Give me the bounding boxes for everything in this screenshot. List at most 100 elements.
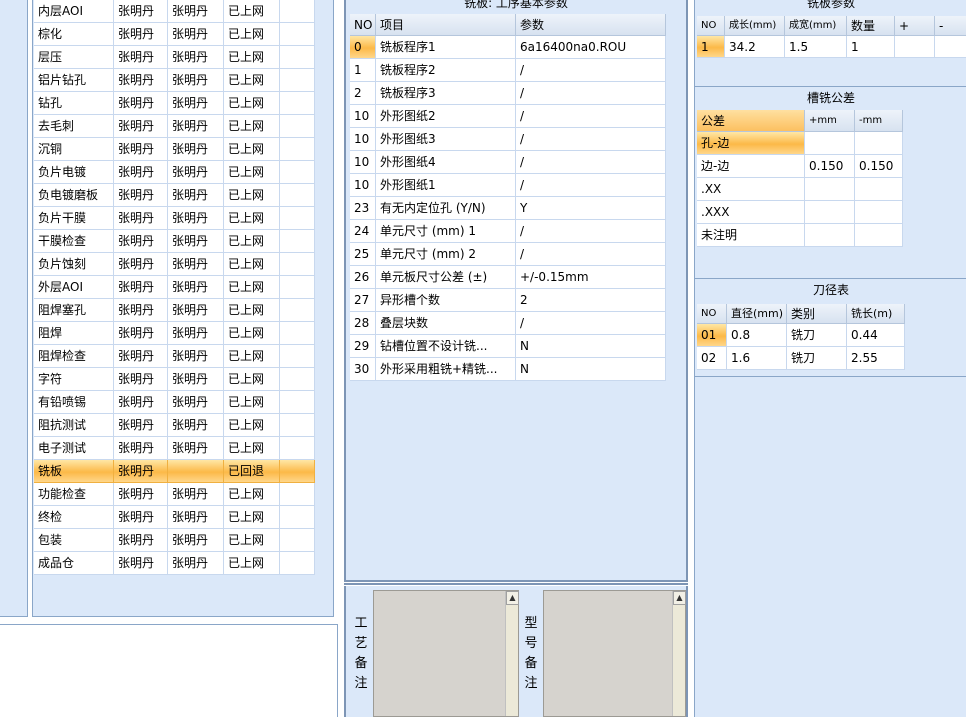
tol-cell-minus[interactable]: 0.150 (855, 155, 903, 178)
process-row[interactable]: 有铅喷锡 张明丹 张明丹 已上网 (34, 391, 315, 414)
board-cell-plus[interactable] (895, 36, 935, 58)
process-operator[interactable]: 张明丹 (114, 483, 168, 506)
mill-param-row[interactable]: 26 单元板尺寸公差 (±) +/-0.15mm (350, 266, 666, 289)
process-name[interactable]: 棕化 (34, 23, 114, 46)
process-extra[interactable] (280, 230, 315, 253)
mill-param-item[interactable]: 单元尺寸 (mm) 2 (376, 243, 516, 266)
mill-param-item[interactable]: 铣板程序1 (376, 36, 516, 59)
process-status[interactable]: 已上网 (224, 368, 280, 391)
mill-param-row[interactable]: 25 单元尺寸 (mm) 2/ (350, 243, 666, 266)
process-extra[interactable] (280, 345, 315, 368)
process-extra[interactable] (280, 184, 315, 207)
mill-param-no[interactable]: 26 (350, 266, 376, 289)
tol-cell-minus[interactable] (855, 132, 903, 155)
mill-param-value[interactable]: N (516, 335, 666, 358)
board-cell-minus[interactable] (935, 36, 966, 58)
board-header-length[interactable]: 成长(mm) (725, 16, 785, 36)
process-status[interactable]: 已上网 (224, 529, 280, 552)
tol-cell-type[interactable]: .XXX (697, 201, 805, 224)
mill-param-row[interactable]: 24 单元尺寸 (mm) 1/ (350, 220, 666, 243)
process-operator[interactable]: 张明丹 (114, 552, 168, 575)
process-name[interactable]: 钻孔 (34, 92, 114, 115)
process-operator[interactable]: 张明丹 (114, 184, 168, 207)
mill-param-row[interactable]: 10 外形图纸4/ (350, 151, 666, 174)
process-name[interactable]: 字符 (34, 368, 114, 391)
tol-cell-plus[interactable] (805, 224, 855, 247)
process-extra[interactable] (280, 0, 315, 23)
mill-header-param[interactable]: 参数 (516, 14, 666, 36)
tool-header-no[interactable]: NO (697, 304, 727, 324)
process-row[interactable]: 铣板 张明丹 已回退 (34, 460, 315, 483)
process-status[interactable]: 已上网 (224, 483, 280, 506)
process-operator[interactable]: 张明丹 (114, 46, 168, 69)
process-extra[interactable] (280, 529, 315, 552)
mill-param-value[interactable]: / (516, 243, 666, 266)
process-operator[interactable]: 张明丹 (114, 0, 168, 23)
process-row[interactable]: 钻孔 张明丹 张明丹 已上网 (34, 92, 315, 115)
process-row[interactable]: 干膜检查 张明丹 张明丹 已上网 (34, 230, 315, 253)
process-name[interactable]: 电子测试 (34, 437, 114, 460)
process-status[interactable]: 已回退 (224, 460, 280, 483)
process-operator[interactable]: 张明丹 (114, 115, 168, 138)
mill-param-row[interactable]: 10 外形图纸2/ (350, 105, 666, 128)
mill-param-item[interactable]: 有无内定位孔 (Y/N) (376, 197, 516, 220)
process-operator[interactable]: 张明丹 (114, 460, 168, 483)
process-operator[interactable]: 张明丹 (114, 437, 168, 460)
process-extra[interactable] (280, 207, 315, 230)
board-header-plus[interactable]: + (895, 16, 935, 36)
process-extra[interactable] (280, 69, 315, 92)
process-reviewer[interactable]: 张明丹 (168, 299, 224, 322)
process-extra[interactable] (280, 138, 315, 161)
process-row[interactable]: 负片干膜 张明丹 张明丹 已上网 (34, 207, 315, 230)
tol-header-tolerance[interactable]: 公差 (697, 110, 805, 132)
process-reviewer[interactable] (168, 460, 224, 483)
process-status[interactable]: 已上网 (224, 161, 280, 184)
process-row[interactable]: 去毛刺 张明丹 张明丹 已上网 (34, 115, 315, 138)
process-reviewer[interactable]: 张明丹 (168, 161, 224, 184)
mill-param-row[interactable]: 27 异形槽个数 2 (350, 289, 666, 312)
tool-cell-length[interactable]: 0.44 (847, 324, 905, 347)
mill-param-value[interactable]: / (516, 151, 666, 174)
tool-cell-no[interactable]: 01 (697, 324, 727, 347)
mill-param-row[interactable]: 0 铣板程序1 6a16400na0.ROU (350, 36, 666, 59)
process-reviewer[interactable]: 张明丹 (168, 552, 224, 575)
process-operator[interactable]: 张明丹 (114, 253, 168, 276)
process-name[interactable]: 阻焊检查 (34, 345, 114, 368)
mill-param-item[interactable]: 外形图纸1 (376, 174, 516, 197)
mill-param-no[interactable]: 10 (350, 151, 376, 174)
tol-cell-type[interactable]: 未注明 (697, 224, 805, 247)
process-name[interactable]: 负电镀磨板 (34, 184, 114, 207)
process-status[interactable]: 已上网 (224, 299, 280, 322)
process-name[interactable]: 负片干膜 (34, 207, 114, 230)
tool-cell-type[interactable]: 铣刀 (787, 324, 847, 347)
mill-param-item[interactable]: 钻槽位置不设计铣... (376, 335, 516, 358)
process-status[interactable]: 已上网 (224, 184, 280, 207)
process-row[interactable]: 成品仓 张明丹 张明丹 已上网 (34, 552, 315, 575)
tool-header-type[interactable]: 类别 (787, 304, 847, 324)
process-name[interactable]: 功能检查 (34, 483, 114, 506)
mill-param-value[interactable]: / (516, 220, 666, 243)
scroll-up-icon[interactable]: ▲ (673, 591, 686, 605)
mill-param-no[interactable]: 25 (350, 243, 376, 266)
process-reviewer[interactable]: 张明丹 (168, 483, 224, 506)
mill-param-no[interactable]: 27 (350, 289, 376, 312)
process-operator[interactable]: 张明丹 (114, 69, 168, 92)
tol-cell-plus[interactable]: 0.150 (805, 155, 855, 178)
process-extra[interactable] (280, 299, 315, 322)
model-memo-scrollbar[interactable]: ▲ (672, 591, 686, 716)
mill-param-row[interactable]: 1 铣板程序2/ (350, 59, 666, 82)
board-header-width[interactable]: 成宽(mm) (785, 16, 847, 36)
process-status[interactable]: 已上网 (224, 437, 280, 460)
tol-cell-plus[interactable] (805, 132, 855, 155)
process-reviewer[interactable]: 张明丹 (168, 368, 224, 391)
process-extra[interactable] (280, 115, 315, 138)
process-reviewer[interactable]: 张明丹 (168, 414, 224, 437)
mill-param-no[interactable]: 29 (350, 335, 376, 358)
process-name[interactable]: 成品仓 (34, 552, 114, 575)
process-extra[interactable] (280, 414, 315, 437)
mill-param-row[interactable]: 29 钻槽位置不设计铣... N (350, 335, 666, 358)
tol-cell-minus[interactable] (855, 178, 903, 201)
process-name[interactable]: 阻抗测试 (34, 414, 114, 437)
mill-param-item[interactable]: 外形图纸3 (376, 128, 516, 151)
mill-param-value[interactable]: N (516, 358, 666, 381)
